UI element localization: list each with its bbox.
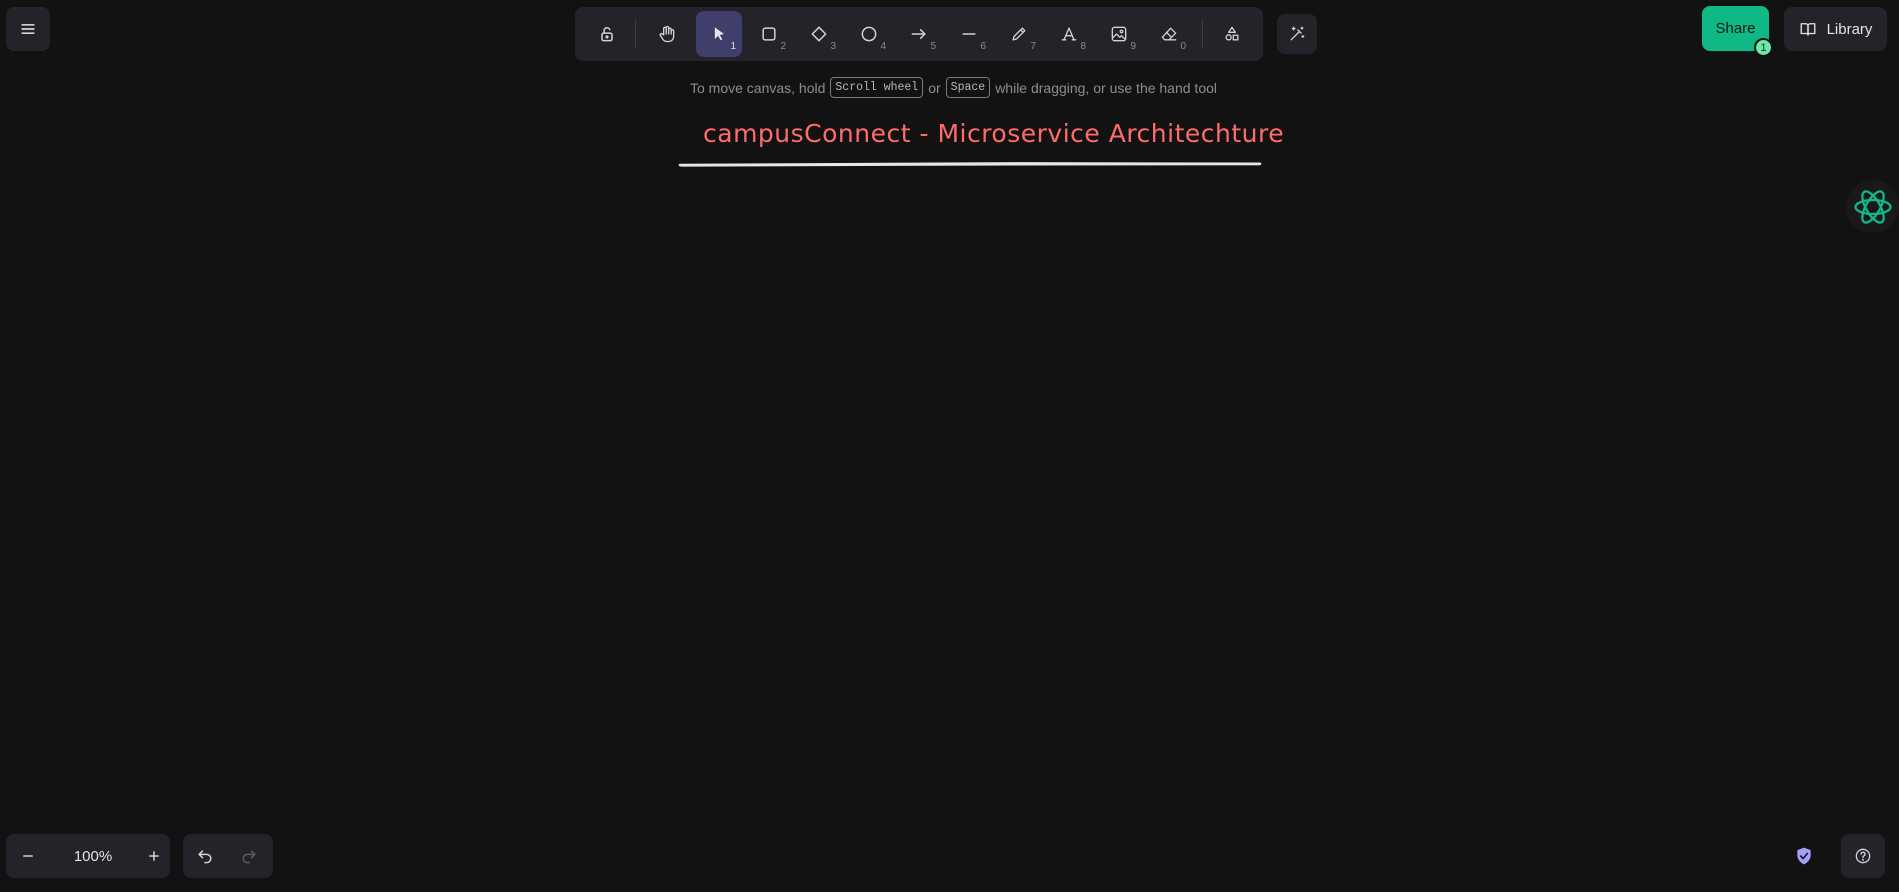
canvas-text-element[interactable]: campusConnect - Microservice Architechtu… [703, 119, 1284, 148]
library-button[interactable]: Library [1784, 7, 1887, 51]
tool-shortcut: 7 [1030, 41, 1036, 52]
plus-icon [149, 851, 159, 861]
eraser-icon [1161, 27, 1177, 41]
help-icon [1855, 848, 1871, 864]
magic-wand-button[interactable] [1277, 14, 1317, 54]
tool-shortcut: 4 [880, 41, 886, 52]
toolbar-divider [635, 20, 636, 48]
hamburger-icon [21, 24, 35, 35]
hint-text: To move canvas, hold [689, 79, 826, 96]
hint-key-space: Space [945, 77, 991, 98]
undo-icon [198, 850, 212, 864]
pencil-icon [1012, 27, 1026, 41]
tool-shortcut: 8 [1080, 41, 1086, 52]
line-icon [962, 33, 976, 35]
zoom-controls: 100% [6, 834, 170, 878]
shapes-toolbar: 1 2 3 4 5 6 7 8 9 0 [575, 7, 1263, 61]
tool-shortcut: 2 [780, 41, 786, 52]
tool-text[interactable]: 8 [1046, 11, 1092, 57]
tool-arrow[interactable]: 5 [896, 11, 942, 57]
help-button[interactable] [1841, 834, 1885, 878]
pointer-icon [714, 27, 724, 41]
minus-icon [23, 855, 33, 857]
hand-icon [659, 25, 675, 43]
tool-selection[interactable]: 1 [696, 11, 742, 57]
shield-check-icon [1797, 847, 1811, 865]
canvas-line-element[interactable] [678, 160, 1262, 170]
tool-rectangle[interactable]: 2 [746, 11, 792, 57]
rectangle-icon [762, 27, 776, 41]
image-icon [1111, 26, 1127, 42]
zoom-out-button[interactable] [6, 834, 50, 878]
zoom-in-button[interactable] [132, 834, 176, 878]
tool-shortcut: 6 [980, 41, 986, 52]
toolbar-divider [1202, 20, 1203, 48]
tool-hand[interactable] [644, 11, 690, 57]
collaborators-badge: 1 [1754, 38, 1773, 57]
tool-image[interactable]: 9 [1096, 11, 1142, 57]
ellipse-icon [861, 26, 877, 42]
library-label: Library [1826, 20, 1873, 38]
share-label: Share [1715, 20, 1756, 37]
main-menu-button[interactable] [6, 7, 50, 51]
tool-lock[interactable] [584, 11, 630, 57]
undo-button[interactable] [183, 834, 227, 878]
redo-icon [242, 850, 256, 864]
diamond-icon [811, 26, 827, 42]
tool-shortcut: 9 [1130, 41, 1136, 52]
encryption-badge[interactable] [1782, 834, 1826, 878]
shapes-icon [1225, 26, 1239, 41]
magic-wand-icon [1290, 26, 1305, 41]
tool-draw[interactable]: 7 [996, 11, 1042, 57]
unlock-icon [601, 27, 613, 42]
text-icon [1061, 27, 1077, 41]
tool-line[interactable]: 6 [946, 11, 992, 57]
tool-shortcut: 0 [1180, 41, 1186, 52]
tool-shortcut: 3 [830, 41, 836, 52]
canvas-hint: To move canvas, hold Scroll wheel or Spa… [0, 77, 1899, 98]
excalidraw-app: 1 2 3 4 5 6 7 8 9 0 Share 1 Library To m… [0, 0, 1899, 892]
zoom-reset-button[interactable]: 100% [50, 834, 136, 878]
hint-key-scroll: Scroll wheel [830, 77, 924, 98]
history-controls [183, 834, 273, 878]
hint-text: or [928, 79, 941, 96]
tool-more-shapes[interactable] [1209, 11, 1255, 57]
arrow-right-icon [911, 29, 926, 39]
tool-shortcut: 1 [730, 41, 736, 52]
tool-diamond[interactable]: 3 [796, 11, 842, 57]
book-icon [1800, 23, 1815, 36]
hint-text: while dragging, or use the hand tool [995, 79, 1218, 96]
ai-assistant-button[interactable] [1846, 180, 1899, 233]
tool-ellipse[interactable]: 4 [846, 11, 892, 57]
tool-eraser[interactable]: 0 [1146, 11, 1192, 57]
tool-shortcut: 5 [930, 41, 936, 52]
ai-assistant-icon [1853, 189, 1892, 224]
redo-button[interactable] [227, 834, 271, 878]
